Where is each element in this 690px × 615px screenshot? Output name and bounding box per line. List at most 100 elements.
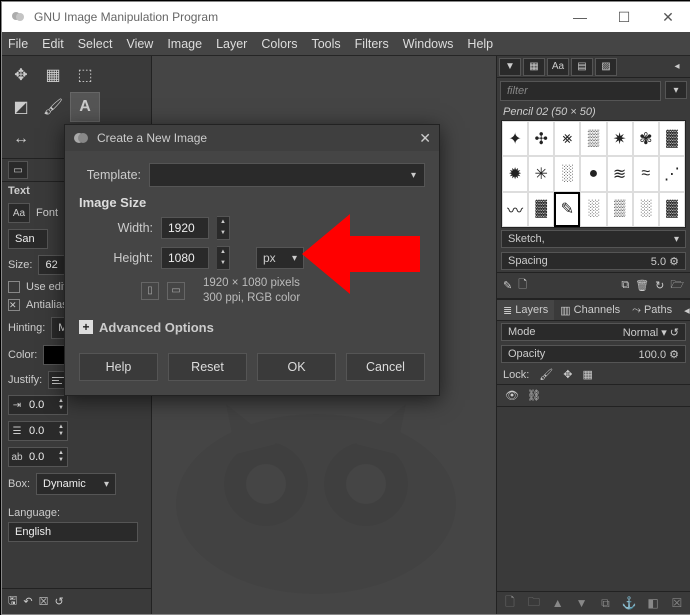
height-input[interactable]: 1080: [161, 247, 209, 269]
reset-button[interactable]: Reset: [168, 353, 247, 381]
brush-name-label: Pencil 02 (50 × 50): [497, 104, 690, 120]
language-input[interactable]: English: [8, 522, 138, 542]
lock-position-icon[interactable]: ✥: [563, 368, 572, 381]
transform-tool[interactable]: ◩: [6, 92, 36, 122]
delete-options-icon[interactable]: ☒: [39, 595, 49, 608]
width-label: Width:: [91, 221, 153, 235]
delete-layer-button[interactable]: ☒: [668, 594, 686, 612]
color-label: Color:: [8, 349, 37, 361]
opacity-slider[interactable]: Opacity100.0 ⚙: [501, 345, 686, 363]
cancel-button[interactable]: Cancel: [346, 353, 425, 381]
close-button[interactable]: ✕: [646, 2, 690, 32]
link-chain-icon[interactable]: ⛓: [527, 389, 541, 402]
measure-tool[interactable]: ↔: [6, 124, 36, 154]
height-spinner[interactable]: ▲▼: [217, 246, 230, 270]
filter-tags-icon[interactable]: ▾: [665, 81, 687, 99]
dock-tab-brushes[interactable]: ▼: [499, 58, 521, 76]
unit-dropdown[interactable]: px▾: [256, 247, 304, 269]
justify-label: Justify:: [8, 374, 42, 386]
dialog-title: Create a New Image: [97, 131, 207, 145]
merge-layer-button[interactable]: ⚓: [620, 594, 638, 612]
menu-layer[interactable]: Layer: [216, 37, 247, 51]
landscape-orientation-button[interactable]: ▭: [167, 282, 185, 300]
brush-grid[interactable]: ✦✣⨳▒✷✾▓ ✹✳░●≋≈⋰ 〰▓✎░▒░▓: [501, 120, 686, 228]
sketch-dropdown[interactable]: Sketch,▾: [501, 230, 686, 248]
menu-select[interactable]: Select: [78, 37, 113, 51]
dock-tab-gradients[interactable]: ▨: [595, 58, 617, 76]
duplicate-brush-icon[interactable]: ⧉: [621, 279, 629, 292]
paths-tab[interactable]: ⤳Paths: [626, 300, 678, 320]
lock-alpha-icon[interactable]: ▦: [582, 368, 592, 381]
menu-view[interactable]: View: [126, 37, 153, 51]
lock-pixels-icon[interactable]: 🖌: [539, 368, 553, 381]
dialog-close-button[interactable]: ✕: [419, 130, 431, 147]
lock-label: Lock:: [503, 369, 529, 381]
menu-colors[interactable]: Colors: [261, 37, 297, 51]
width-input[interactable]: 1920: [161, 217, 209, 239]
language-label: Language:: [8, 507, 60, 519]
mask-layer-button[interactable]: ◧: [644, 594, 662, 612]
raise-layer-button[interactable]: ▲: [549, 594, 567, 612]
dock-menu-icon[interactable]: ◂: [666, 58, 688, 76]
reset-options-icon[interactable]: ↺: [54, 595, 63, 608]
titlebar: GNU Image Manipulation Program — ☐ ✕: [2, 2, 690, 32]
spacing-slider[interactable]: Spacing5.0 ⚙: [501, 252, 686, 270]
layer-group-button[interactable]: 🗀: [525, 594, 543, 612]
load-options-icon[interactable]: ↶: [23, 595, 32, 608]
new-brush-icon[interactable]: 🗋: [518, 276, 527, 295]
font-family-input[interactable]: San: [8, 229, 48, 249]
select-tool[interactable]: ⬚: [70, 60, 100, 90]
save-options-icon[interactable]: 🖫: [8, 592, 17, 611]
edit-brush-icon[interactable]: ✎: [503, 279, 512, 292]
layers-list[interactable]: [497, 407, 690, 592]
menu-image[interactable]: Image: [167, 37, 202, 51]
open-folder-icon[interactable]: 🗁: [670, 276, 684, 295]
dock-tab-history[interactable]: ▤: [571, 58, 593, 76]
line-spacing-spin[interactable]: ☰0.0▲▼: [8, 421, 68, 441]
menu-edit[interactable]: Edit: [42, 37, 64, 51]
use-editor-checkbox[interactable]: [8, 281, 20, 293]
minimize-button[interactable]: —: [558, 2, 602, 32]
box-dropdown[interactable]: Dynamic▾: [36, 473, 116, 495]
portrait-orientation-button[interactable]: ▯: [141, 282, 159, 300]
dock-layers-menu-icon[interactable]: ◂: [678, 300, 690, 320]
font-preview-icon[interactable]: Aa: [8, 203, 30, 223]
indent-first-spin[interactable]: ⇥0.0▲▼: [8, 395, 68, 415]
window-title: GNU Image Manipulation Program: [34, 10, 218, 24]
lower-layer-button[interactable]: ▼: [573, 594, 591, 612]
menu-help[interactable]: Help: [467, 37, 493, 51]
move-tool[interactable]: ✥: [6, 60, 36, 90]
font-label: Font: [36, 207, 58, 219]
menu-windows[interactable]: Windows: [403, 37, 454, 51]
help-button[interactable]: Help: [79, 353, 158, 381]
channels-tab[interactable]: ▥Channels: [554, 300, 626, 320]
app-window: GNU Image Manipulation Program — ☐ ✕ Fil…: [1, 1, 690, 615]
letter-spacing-spin[interactable]: ab0.0▲▼: [8, 447, 68, 467]
template-dropdown[interactable]: ▾: [149, 163, 425, 187]
antialias-checkbox[interactable]: [8, 299, 20, 311]
visibility-eye-icon[interactable]: 👁: [505, 389, 519, 402]
refresh-brush-icon[interactable]: ↻: [655, 279, 664, 292]
width-spinner[interactable]: ▲▼: [217, 216, 230, 240]
image-info-text: 1920 × 1080 pixels 300 ppi, RGB color: [203, 276, 300, 306]
brush-filter-input[interactable]: filter: [500, 81, 661, 101]
maximize-button[interactable]: ☐: [602, 2, 646, 32]
dialog-logo-icon: [73, 130, 89, 146]
mode-dropdown[interactable]: ModeNormal ▾ ↺: [501, 323, 686, 341]
dock-tab-patterns[interactable]: ▦: [523, 58, 545, 76]
advanced-options-toggle[interactable]: + Advanced Options: [79, 320, 425, 335]
menu-tools[interactable]: Tools: [311, 37, 340, 51]
warp-tool[interactable]: 🖌: [38, 92, 68, 122]
dock-tab-fonts[interactable]: Aa: [547, 58, 569, 76]
layers-tab[interactable]: ≣Layers: [497, 300, 554, 320]
duplicate-layer-button[interactable]: ⧉: [596, 594, 614, 612]
text-tool[interactable]: A: [70, 92, 100, 122]
tool-options-tab-icon[interactable]: ▭: [8, 161, 28, 179]
menu-filters[interactable]: Filters: [355, 37, 389, 51]
new-layer-button[interactable]: 🗋: [501, 594, 519, 612]
delete-brush-icon[interactable]: 🗑: [635, 279, 649, 292]
align-tool[interactable]: ▦: [38, 60, 68, 90]
ok-button[interactable]: OK: [257, 353, 336, 381]
app-logo-icon: [10, 9, 26, 25]
menu-file[interactable]: File: [8, 37, 28, 51]
